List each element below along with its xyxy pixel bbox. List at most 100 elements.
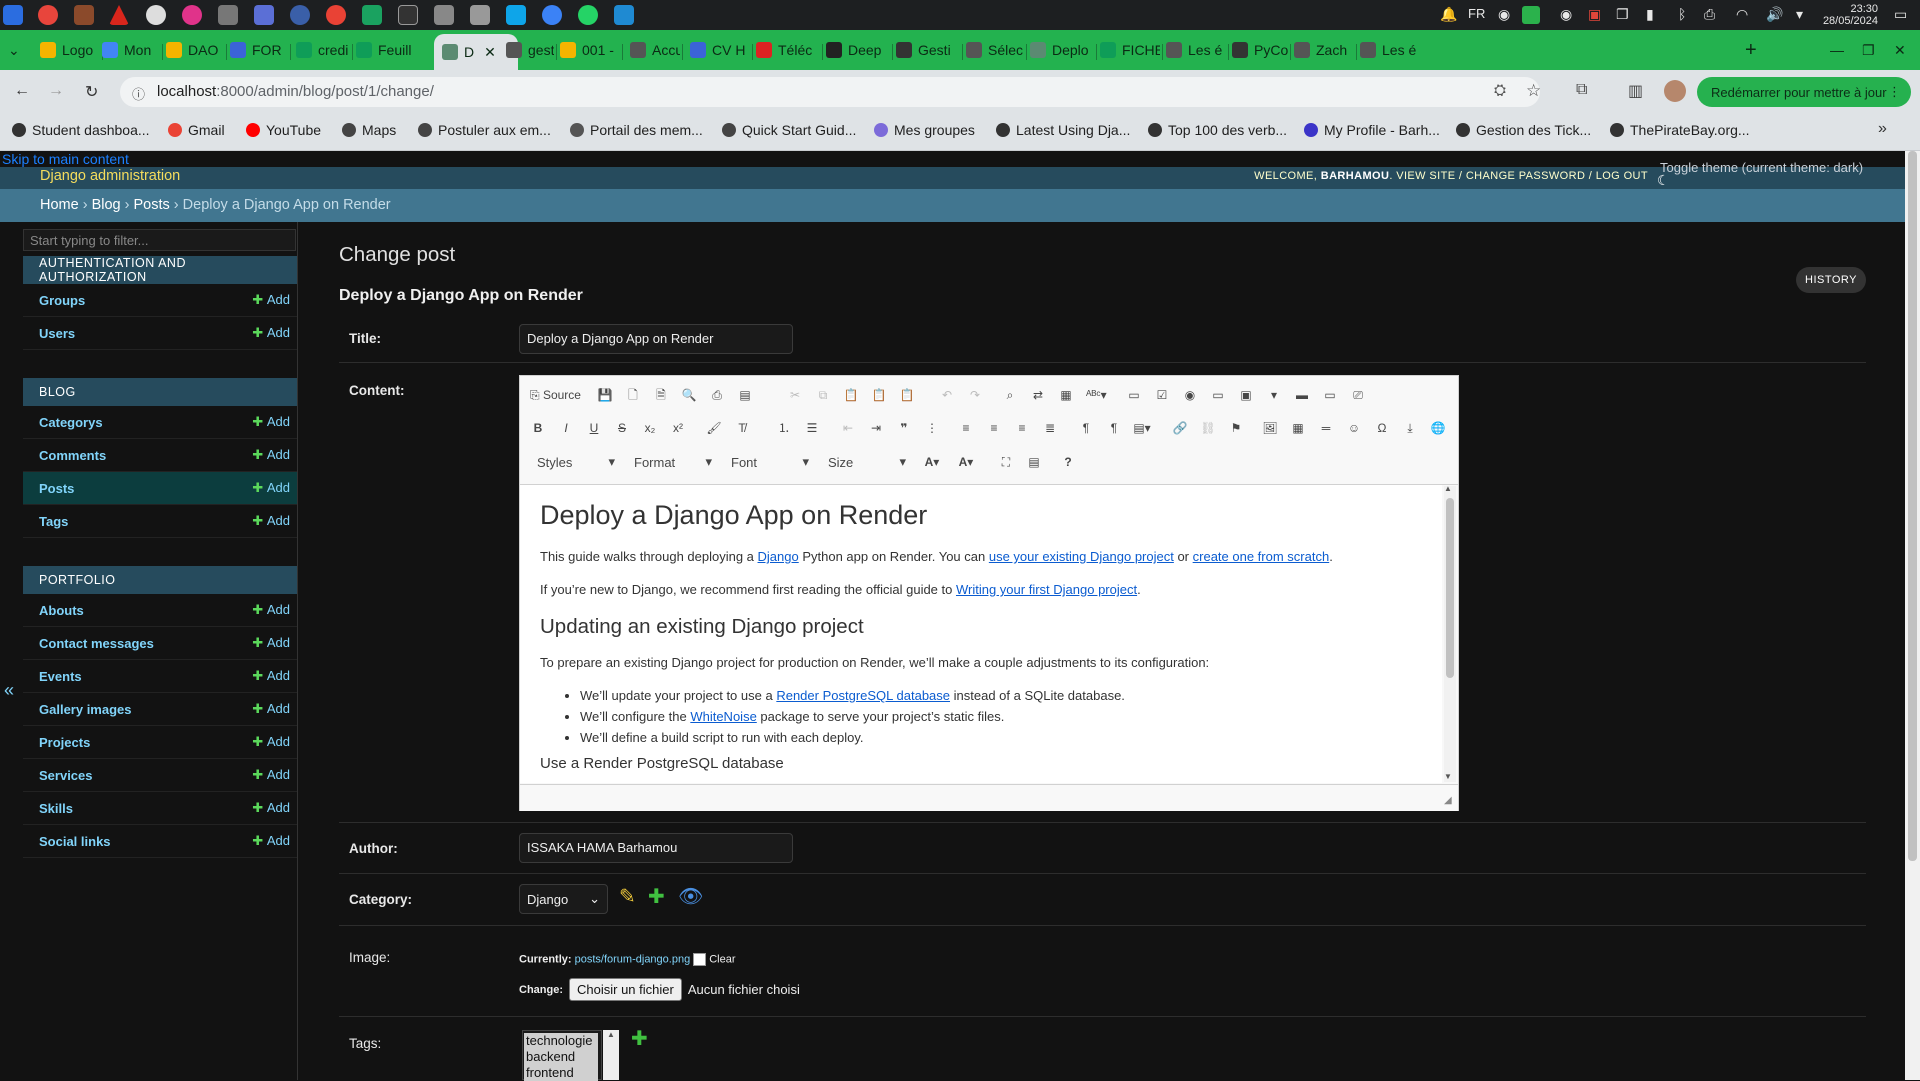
check-icon[interactable]	[1522, 6, 1540, 24]
screen-icon[interactable]: ▣	[1588, 6, 1601, 23]
collapse-sidebar-icon[interactable]: «	[4, 680, 14, 701]
page-break-icon[interactable]: ⤓	[1400, 418, 1420, 438]
site-info-icon[interactable]: ⓘ	[132, 84, 145, 103]
paste-word-icon[interactable]: 📋	[897, 385, 917, 405]
close-tab-icon[interactable]: ✕	[484, 44, 496, 61]
restart-update-button[interactable]: Redémarrer pour mettre à jour ⋮	[1697, 77, 1911, 107]
scroll-down-icon[interactable]: ▼	[1444, 772, 1452, 781]
chrome-icon[interactable]	[38, 5, 58, 25]
tag-option[interactable]: technologie	[526, 1033, 598, 1049]
hidden-field-icon[interactable]: ⎚	[1348, 385, 1368, 405]
model-link[interactable]: Tags	[39, 514, 68, 529]
module-caption[interactable]: Portfolio	[23, 566, 298, 594]
reload-icon[interactable]: ↻	[85, 82, 98, 102]
browser-tab[interactable]: Accu	[630, 36, 680, 64]
browser-tab[interactable]: credi	[296, 36, 350, 64]
browser-tab[interactable]: Gesti	[896, 36, 960, 64]
model-link[interactable]: Posts	[39, 481, 74, 496]
module-caption[interactable]: Blog	[23, 378, 298, 406]
superscript-icon[interactable]: x²	[668, 418, 688, 438]
add-model-link[interactable]: ✚ Add	[252, 325, 290, 341]
radio-icon[interactable]: ◉	[1180, 385, 1200, 405]
browser-tab[interactable]: Les é	[1360, 36, 1420, 64]
breadcrumb-home[interactable]: Home	[40, 197, 79, 213]
tray-app-icon[interactable]: ◉	[1560, 6, 1572, 23]
more-menu-icon[interactable]: ⋮	[1888, 84, 1901, 100]
view-eye-icon[interactable]: 👁	[678, 884, 703, 909]
vscode-icon[interactable]	[614, 5, 634, 25]
iframe-icon[interactable]: 🌐	[1428, 418, 1448, 438]
copy-icon[interactable]: ⧉	[813, 385, 833, 405]
app-icon[interactable]	[109, 5, 129, 25]
history-button[interactable]: HISTORY	[1796, 267, 1866, 293]
language-icon[interactable]: ▤▾	[1132, 418, 1152, 438]
sidepanel-icon[interactable]: ▥	[1628, 81, 1643, 101]
paste-text-icon[interactable]: 📋	[869, 385, 889, 405]
align-center-icon[interactable]: ≡	[984, 418, 1004, 438]
app-icon[interactable]	[254, 5, 274, 25]
bookmark-item[interactable]: Top 100 des verb...	[1148, 122, 1287, 138]
show-blocks-icon[interactable]: ▤	[1024, 452, 1044, 472]
link-icon[interactable]: 🔗	[1170, 418, 1190, 438]
wifi-icon[interactable]: ◠	[1736, 6, 1748, 23]
text-color-icon[interactable]: A▾	[922, 452, 942, 472]
postgres-link[interactable]: Render PostgreSQL database	[776, 688, 950, 703]
outdent-icon[interactable]: ⇤	[838, 418, 858, 438]
volume-icon[interactable]: 🔊	[1766, 6, 1783, 23]
align-right-icon[interactable]: ≡	[1012, 418, 1032, 438]
add-model-link[interactable]: ✚ Add	[252, 513, 290, 529]
button-field-icon[interactable]: ▬	[1292, 385, 1312, 405]
theme-toggle[interactable]: Toggle theme (current theme: dark)	[1660, 160, 1863, 175]
redo-icon[interactable]: ↷	[965, 385, 985, 405]
model-link[interactable]: Projects	[39, 735, 90, 750]
add-related-icon[interactable]: ✚	[648, 884, 665, 909]
app-icon[interactable]	[182, 5, 202, 25]
current-image-link[interactable]: posts/forum-django.png	[575, 953, 691, 965]
indent-icon[interactable]: ⇥	[866, 418, 886, 438]
add-model-link[interactable]: ✚ Add	[252, 414, 290, 430]
browser-tab[interactable]: Sélec	[966, 36, 1024, 64]
author-input[interactable]: ISSAKA HAMA Barhamou	[519, 833, 793, 863]
add-tag-icon[interactable]: ✚	[631, 1026, 648, 1051]
add-model-link[interactable]: ✚ Add	[252, 480, 290, 496]
whitenoise-link[interactable]: WhiteNoise	[690, 709, 756, 724]
browser-tab[interactable]: FICHE	[1100, 36, 1160, 64]
new-page-icon[interactable]: 🗋	[623, 385, 643, 405]
moon-icon[interactable]: ☾	[1657, 172, 1670, 189]
notification-icon[interactable]: 🔔	[1440, 6, 1457, 23]
phone-icon[interactable]: ▮	[1646, 6, 1654, 23]
preview-icon[interactable]: 🔍	[679, 385, 699, 405]
numbered-list-icon[interactable]: ⒈	[774, 418, 794, 438]
bold-icon[interactable]: B	[528, 418, 548, 438]
browser-tab[interactable]: Deplo	[1030, 36, 1094, 64]
terminal-icon[interactable]	[398, 5, 418, 25]
special-char-icon[interactable]: Ω	[1372, 418, 1392, 438]
choose-file-button[interactable]: Choisir un fichier	[569, 978, 682, 1001]
change-password-link[interactable]: Change password	[1466, 170, 1585, 182]
django-link[interactable]: Django	[758, 549, 799, 564]
browser-tab[interactable]: DAO	[166, 36, 224, 64]
app-icon[interactable]	[146, 5, 166, 25]
add-model-link[interactable]: ✚ Add	[252, 292, 290, 308]
bg-color-icon[interactable]: A▾	[956, 452, 976, 472]
whatsapp-icon[interactable]	[578, 5, 598, 25]
add-model-link[interactable]: ✚ Add	[252, 767, 290, 783]
browser-tab[interactable]: Deep	[826, 36, 890, 64]
templates-icon[interactable]: ▤	[735, 385, 755, 405]
image-button-icon[interactable]: ▭	[1320, 385, 1340, 405]
model-link[interactable]: Users	[39, 326, 75, 341]
breadcrumb-blog[interactable]: Blog	[92, 197, 121, 213]
nav-filter-input[interactable]: Start typing to filter...	[23, 229, 296, 251]
title-input[interactable]: Deploy a Django App on Render	[519, 324, 793, 354]
find-icon[interactable]: ⌕	[1000, 385, 1020, 405]
translate-icon[interactable]: ⛭	[1494, 82, 1506, 99]
unlink-icon[interactable]: ⛓	[1198, 418, 1218, 438]
profile-avatar[interactable]	[1664, 80, 1686, 102]
url-text[interactable]: localhost:8000/admin/blog/post/1/change/	[157, 83, 434, 100]
print-icon[interactable]: ⎙	[707, 385, 727, 405]
export-pdf-icon[interactable]: 🗎	[651, 385, 671, 405]
clock[interactable]: 23:30 28/05/2024	[1823, 3, 1878, 27]
bluetooth-icon[interactable]: ᛒ	[1678, 6, 1686, 22]
align-left-icon[interactable]: ≡	[956, 418, 976, 438]
logout-link[interactable]: Log out	[1596, 170, 1648, 182]
